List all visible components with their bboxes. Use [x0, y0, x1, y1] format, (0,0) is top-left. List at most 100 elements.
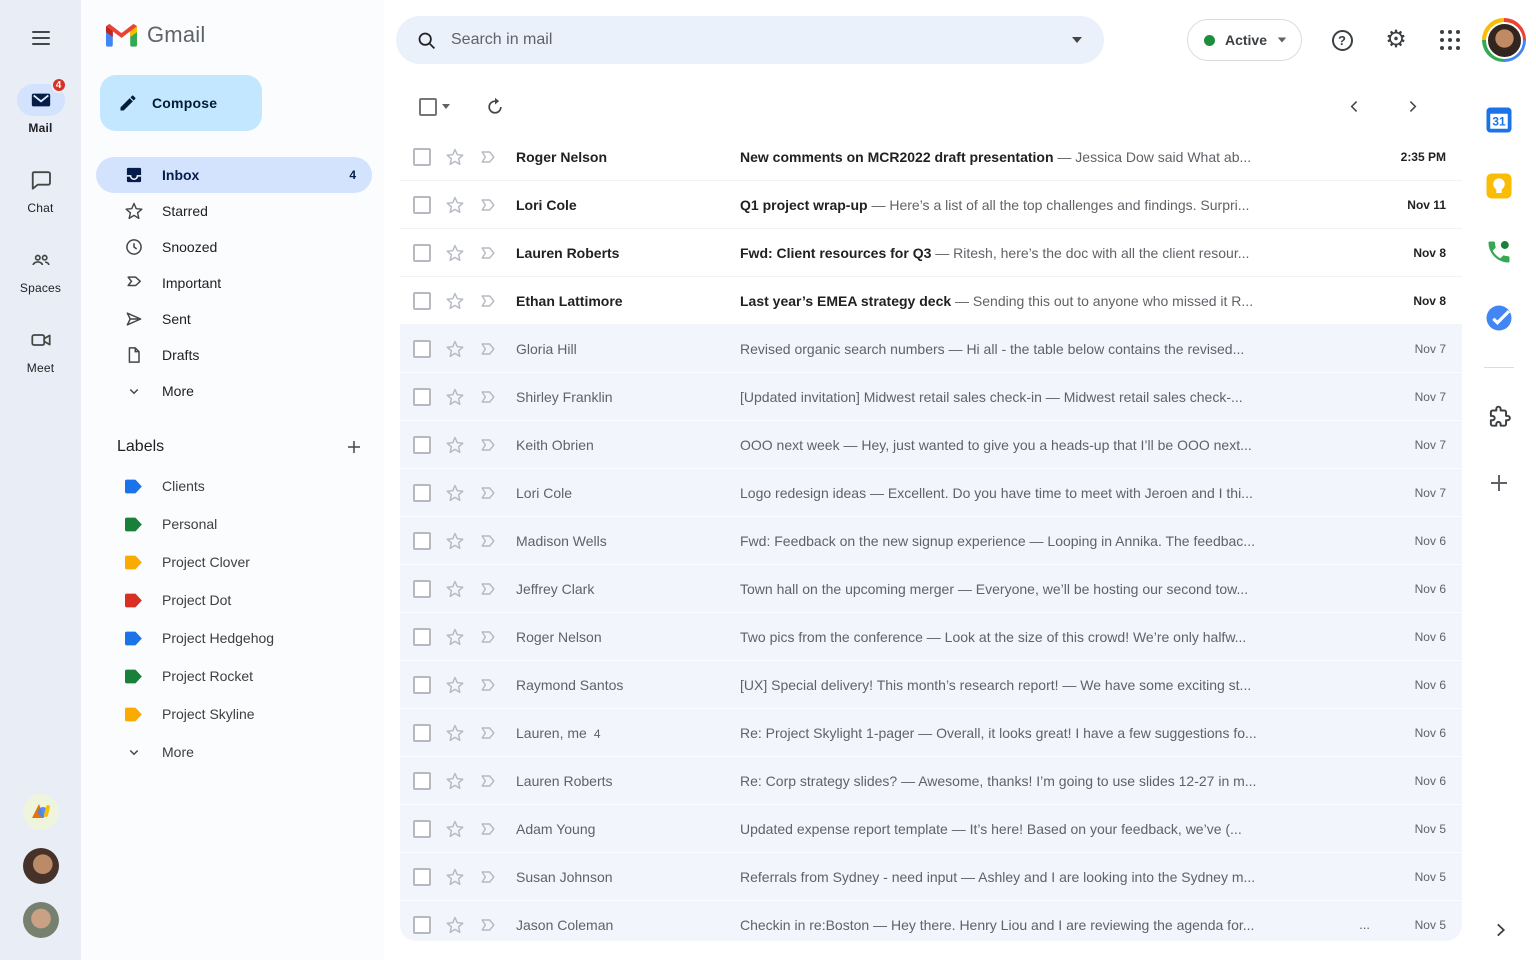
star-icon[interactable] — [444, 386, 466, 408]
rail-item-mail[interactable]: 4 Mail — [0, 77, 81, 136]
email-checkbox[interactable] — [413, 675, 431, 694]
important-marker-icon[interactable] — [477, 674, 499, 696]
label-item-clients[interactable]: Clients — [96, 467, 372, 505]
email-row[interactable]: Lauren Roberts Fwd: Client resources for … — [400, 229, 1462, 277]
contact-avatar-logo[interactable] — [22, 794, 59, 830]
email-row[interactable]: Raymond Santos [UX] Special delivery! Thi… — [400, 661, 1462, 709]
important-marker-icon[interactable] — [477, 818, 499, 840]
star-icon[interactable] — [444, 194, 466, 216]
labels-more[interactable]: More — [96, 733, 372, 771]
settings-button[interactable]: ⚙ — [1374, 18, 1418, 62]
compose-button[interactable]: Compose — [100, 75, 262, 131]
important-marker-icon[interactable] — [477, 338, 499, 360]
star-icon[interactable] — [444, 866, 466, 888]
help-button[interactable]: ? — [1320, 18, 1364, 62]
star-icon[interactable] — [444, 722, 466, 744]
email-checkbox[interactable] — [413, 435, 431, 454]
important-marker-icon[interactable] — [477, 770, 499, 792]
important-marker-icon[interactable] — [477, 626, 499, 648]
email-row[interactable]: Keith Obrien OOO next week — Hey, just wa… — [400, 421, 1462, 469]
sidebar-item-more[interactable]: More — [96, 373, 372, 409]
important-marker-icon[interactable] — [477, 386, 499, 408]
star-icon[interactable] — [444, 914, 466, 936]
label-item-project-rocket[interactable]: Project Rocket — [96, 657, 372, 695]
email-row[interactable]: Jeffrey Clark Town hall on the upcoming m… — [400, 565, 1462, 613]
email-checkbox[interactable] — [413, 723, 431, 742]
email-checkbox[interactable] — [413, 147, 431, 166]
email-checkbox[interactable] — [413, 387, 431, 406]
important-marker-icon[interactable] — [477, 434, 499, 456]
google-apps-button[interactable] — [1428, 18, 1472, 62]
calendar-icon[interactable]: 31 — [1482, 103, 1516, 137]
star-icon[interactable] — [444, 338, 466, 360]
email-row[interactable]: Madison Wells Fwd: Feedback on the new si… — [400, 517, 1462, 565]
email-row[interactable]: Shirley Franklin [Updated invitation] Mid… — [400, 373, 1462, 421]
add-icon[interactable] — [1482, 466, 1516, 500]
email-row[interactable]: Ethan Lattimore Last year’s EMEA strategy… — [400, 277, 1462, 325]
label-item-project-hedgehog[interactable]: Project Hedgehog — [96, 619, 372, 657]
email-checkbox[interactable] — [413, 339, 431, 358]
email-row[interactable]: Roger Nelson Two pics from the conference… — [400, 613, 1462, 661]
important-marker-icon[interactable] — [477, 866, 499, 888]
email-row[interactable]: Lauren, me 4 Re: Project Skylight 1-pager … — [400, 709, 1462, 757]
keep-icon[interactable] — [1482, 169, 1516, 203]
sidebar-item-sent[interactable]: Sent — [96, 301, 372, 337]
voice-icon[interactable] — [1482, 235, 1516, 269]
important-marker-icon[interactable] — [477, 914, 499, 936]
email-checkbox[interactable] — [413, 867, 431, 886]
refresh-button[interactable] — [477, 89, 513, 125]
star-icon[interactable] — [444, 674, 466, 696]
email-checkbox[interactable] — [413, 195, 431, 214]
important-marker-icon[interactable] — [477, 242, 499, 264]
contact-avatar-2[interactable] — [22, 902, 59, 938]
sidebar-item-inbox[interactable]: Inbox 4 — [96, 157, 372, 193]
tasks-icon[interactable] — [1482, 301, 1516, 335]
star-icon[interactable] — [444, 242, 466, 264]
important-marker-icon[interactable] — [477, 146, 499, 168]
important-marker-icon[interactable] — [477, 530, 499, 552]
star-icon[interactable] — [444, 626, 466, 648]
sidebar-item-important[interactable]: Important — [96, 265, 372, 301]
rail-item-meet[interactable]: Meet — [0, 324, 81, 376]
star-icon[interactable] — [444, 482, 466, 504]
email-row[interactable]: Susan Johnson Referrals from Sydney - nee… — [400, 853, 1462, 901]
email-checkbox[interactable] — [413, 579, 431, 598]
star-icon[interactable] — [444, 434, 466, 456]
search-input[interactable] — [451, 31, 1072, 49]
email-checkbox[interactable] — [413, 627, 431, 646]
sidebar-item-drafts[interactable]: Drafts — [96, 337, 372, 373]
email-checkbox[interactable] — [413, 819, 431, 838]
important-marker-icon[interactable] — [477, 194, 499, 216]
email-row[interactable]: Roger Nelson New comments on MCR2022 draf… — [400, 133, 1462, 181]
email-checkbox[interactable] — [413, 291, 431, 310]
status-chip[interactable]: Active — [1186, 19, 1302, 61]
email-row[interactable]: Jason Coleman Checkin in re:Boston — Hey … — [400, 901, 1462, 941]
newer-page-button[interactable] — [1338, 91, 1370, 123]
star-icon[interactable] — [444, 578, 466, 600]
email-checkbox[interactable] — [413, 915, 431, 934]
search-options-caret-icon[interactable] — [1072, 37, 1082, 43]
side-panel-expand-button[interactable] — [1482, 912, 1518, 948]
email-row[interactable]: Lori Cole Q1 project wrap-up — Here’s a l… — [400, 181, 1462, 229]
star-icon[interactable] — [444, 818, 466, 840]
main-menu-icon[interactable] — [21, 18, 61, 58]
email-row[interactable]: Adam Young Updated expense report templat… — [400, 805, 1462, 853]
email-row[interactable]: Gloria Hill Revised organic search number… — [400, 325, 1462, 373]
email-checkbox[interactable] — [413, 771, 431, 790]
email-checkbox[interactable] — [413, 243, 431, 262]
important-marker-icon[interactable] — [477, 722, 499, 744]
sidebar-item-starred[interactable]: Starred — [96, 193, 372, 229]
select-dropdown-caret-icon[interactable] — [442, 104, 450, 109]
create-label-button[interactable] — [340, 433, 368, 461]
important-marker-icon[interactable] — [477, 482, 499, 504]
label-item-project-dot[interactable]: Project Dot — [96, 581, 372, 619]
label-item-personal[interactable]: Personal — [96, 505, 372, 543]
search-bar[interactable] — [396, 16, 1104, 64]
select-all-checkbox[interactable] — [419, 97, 437, 116]
label-item-project-clover[interactable]: Project Clover — [96, 543, 372, 581]
older-page-button[interactable] — [1396, 91, 1428, 123]
addons-icon[interactable] — [1482, 400, 1516, 434]
email-checkbox[interactable] — [413, 531, 431, 550]
email-row[interactable]: Lori Cole Logo redesign ideas — Excellent… — [400, 469, 1462, 517]
contact-avatar-1[interactable] — [22, 848, 59, 884]
